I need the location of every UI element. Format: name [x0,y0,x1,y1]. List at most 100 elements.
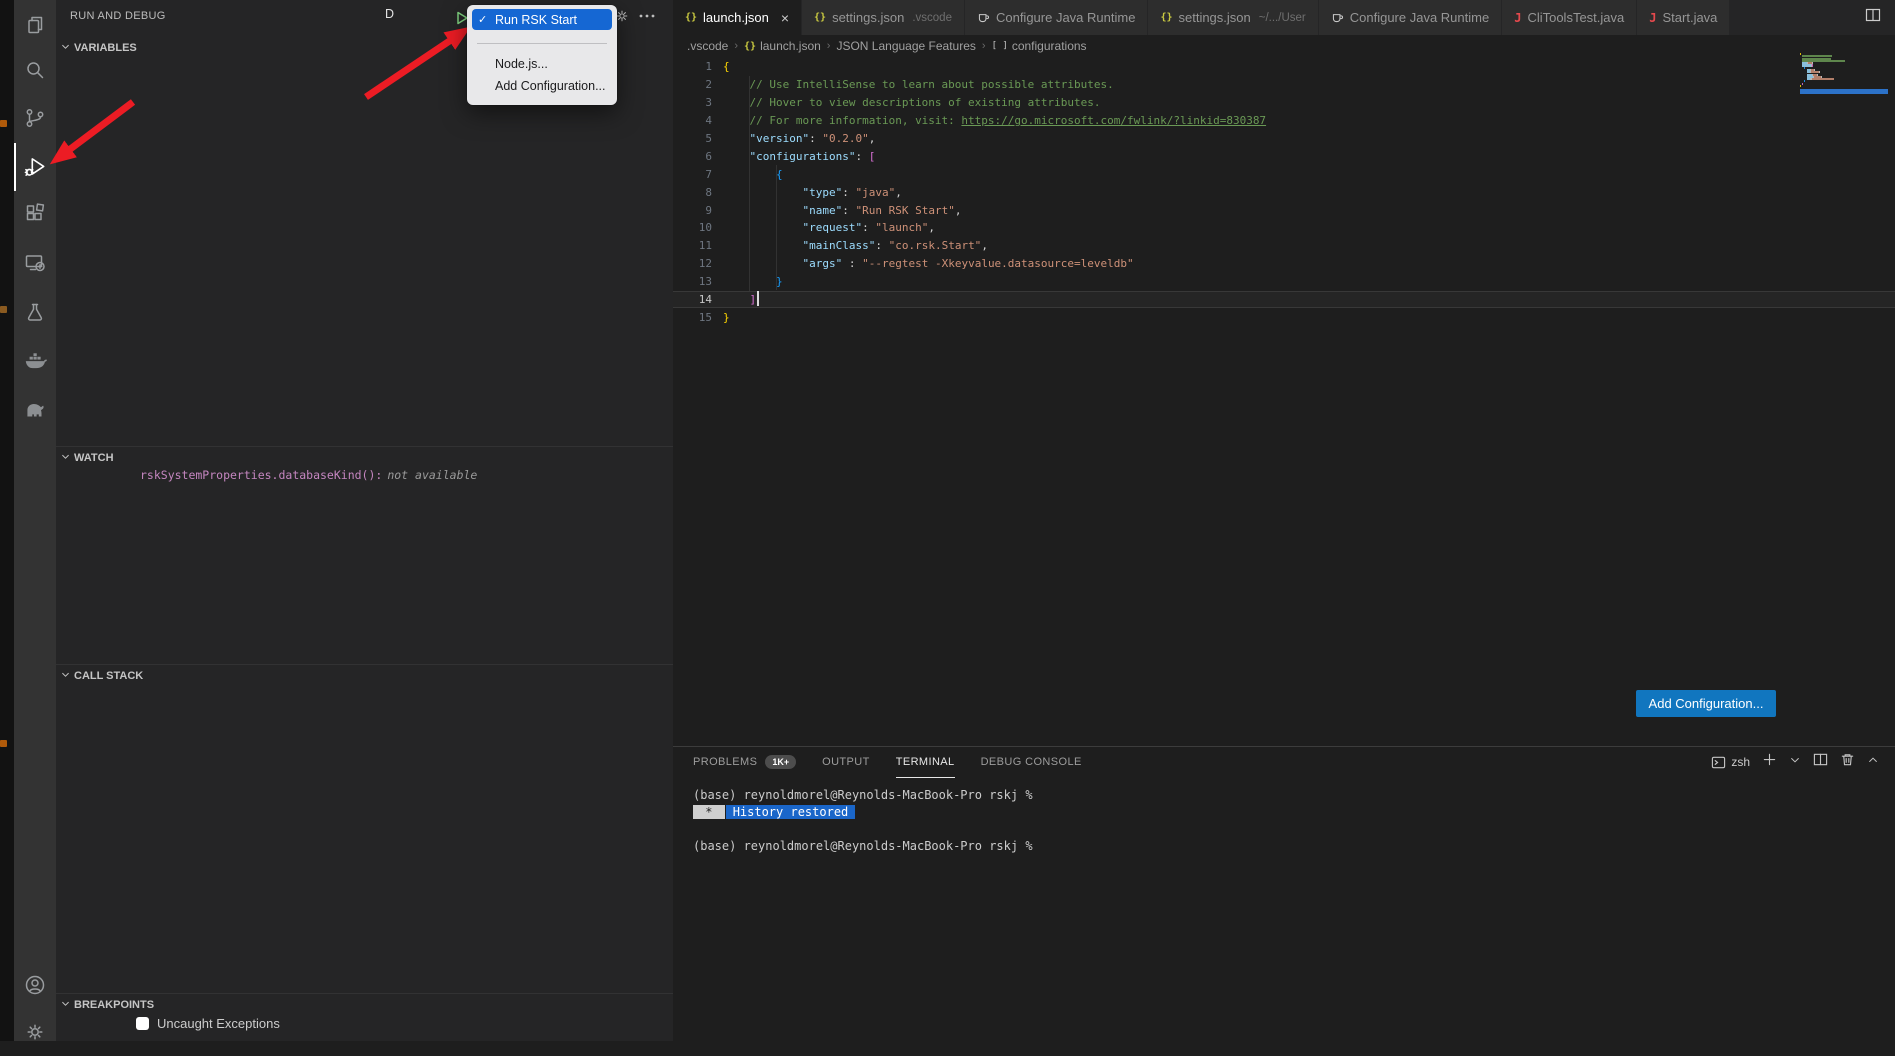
split-terminal-icon[interactable] [1813,752,1828,772]
tab-settings.json[interactable]: {}settings.json.vscode [802,0,965,35]
tab-configure-java-runtime[interactable]: Configure Java Runtime [1319,0,1502,35]
explorer-icon[interactable] [14,1,56,49]
array-icon: [ ] [992,41,1008,51]
activity-bar [14,0,56,1041]
uncaught-exceptions-checkbox[interactable] [136,1017,149,1030]
line-content: "version": "0.2.0", [712,132,875,145]
code-line-15[interactable]: 15} [673,308,1895,326]
line-content: { [712,60,730,73]
section-label: WATCH [74,452,114,464]
gradle-elephant-icon[interactable] [14,386,56,434]
add-configuration-button[interactable]: Add Configuration... [1636,690,1776,717]
watch-expression-row[interactable]: rskSystemProperties.databaseKind():not a… [140,468,477,482]
code-line-8[interactable]: 8 "type": "java", [673,183,1895,201]
code-line-9[interactable]: 9 "name": "Run RSK Start", [673,201,1895,219]
tab-label: CliToolsTest.java [1527,10,1624,25]
menu-item-label: Run RSK Start [495,13,577,27]
line-number: 5 [673,132,712,145]
tab-label: settings.json [1178,10,1250,25]
menu-item-add-configuration-[interactable]: Add Configuration... [472,75,612,96]
code-line-13[interactable]: 13 } [673,273,1895,291]
panel-tab-label: PROBLEMS [693,756,757,768]
settings-gear-icon[interactable] [14,1008,56,1056]
docker-icon[interactable] [14,336,56,384]
breadcrumb-item[interactable]: [ ]configurations [992,39,1087,53]
terminal-blank-line [693,821,1033,838]
split-editor-icon[interactable] [1865,7,1881,28]
tab-bar-actions [1851,0,1895,35]
line-number: 14 [673,293,712,306]
breadcrumb-separator: › [982,40,986,52]
line-number: 9 [673,204,712,217]
section-breakpoints[interactable]: BREAKPOINTS [60,995,154,1015]
panel-tab-terminal[interactable]: TERMINAL [896,747,955,778]
minimap-current-line-bar [1800,89,1888,94]
tab-configure-java-runtime[interactable]: Configure Java Runtime [965,0,1148,35]
tab-detail: ~/.../User [1259,12,1306,24]
remote-explorer-icon[interactable] [14,239,56,287]
testing-icon[interactable] [14,288,56,336]
code-editor[interactable]: 1{2 // Use IntelliSense to learn about p… [673,57,1895,747]
menu-item-node-js-[interactable]: Node.js... [472,53,612,74]
menu-separator [477,43,607,44]
breakpoint-label: Uncaught Exceptions [157,1016,280,1031]
code-line-11[interactable]: 11 "mainClass": "co.rsk.Start", [673,237,1895,255]
code-line-12[interactable]: 12 "args" : "--regtest -Xkeyvalue.dataso… [673,255,1895,273]
tab-clitoolstest.java[interactable]: J CliToolsTest.java [1502,0,1637,35]
terminal-instance[interactable]: zsh [1711,755,1750,770]
minimap[interactable] [1800,53,1888,94]
bottom-panel: PROBLEMS 1K+ OUTPUT TERMINAL DEBUG CONSOLE z… [673,746,1895,1041]
java-icon: J [1514,11,1521,25]
breadcrumb-label: JSON Language Features [836,39,975,53]
more-actions-icon[interactable] [638,8,656,29]
close-icon[interactable]: × [781,11,789,25]
line-content: "name": "Run RSK Start", [712,204,961,217]
maximize-panel-chevron-icon[interactable] [1867,753,1879,771]
line-number: 1 [673,60,712,73]
breadcrumb-label: .vscode [687,39,728,53]
new-terminal-icon[interactable] [1762,752,1777,772]
code-line-7[interactable]: 7 { [673,165,1895,183]
line-content: "type": "java", [712,186,902,199]
account-icon[interactable] [14,961,56,1009]
line-content: } [712,311,730,324]
line-number: 2 [673,78,712,91]
code-line-14[interactable]: 14 ] [673,291,1895,309]
code-line-4[interactable]: 4 // For more information, visit: https:… [673,112,1895,130]
code-line-10[interactable]: 10 "request": "launch", [673,219,1895,237]
tab-settings.json[interactable]: {}settings.json~/.../User [1148,0,1318,35]
section-variables[interactable]: VARIABLES [60,38,137,58]
panel-tab-debug-console[interactable]: DEBUG CONSOLE [981,747,1082,778]
code-line-6[interactable]: 6 "configurations": [ [673,147,1895,165]
code-line-5[interactable]: 5 "version": "0.2.0", [673,130,1895,148]
terminal-output[interactable]: (base) reynoldmorel@Reynolds-MacBook-Pro… [693,787,1033,855]
terminal-dropdown-chevron-icon[interactable] [1789,753,1801,771]
extensions-icon[interactable] [14,189,56,237]
code-line-1[interactable]: 1{ [673,58,1895,76]
terminal-prompt-line: (base) reynoldmorel@Reynolds-MacBook-Pro… [693,787,1033,804]
panel-toolbar: zsh [1711,747,1879,777]
code-line-3[interactable]: 3 // Hover to view descriptions of exist… [673,94,1895,112]
panel-tab-output[interactable]: OUTPUT [822,747,870,778]
tab-start.java[interactable]: JStart.java [1637,0,1730,35]
section-watch[interactable]: WATCH [60,448,114,468]
kill-terminal-trash-icon[interactable] [1840,752,1855,772]
tab-label: settings.json [832,10,904,25]
panel-tab-problems[interactable]: PROBLEMS 1K+ [693,747,796,778]
line-number: 6 [673,150,712,163]
breadcrumb-item[interactable]: {}launch.json [744,39,821,53]
breadcrumb-item[interactable]: .vscode [687,39,728,53]
tab-launch.json[interactable]: {}launch.json× [673,0,802,35]
section-call-stack[interactable]: CALL STACK [60,666,143,686]
line-content: } [712,275,783,288]
java-runtime-icon [1331,11,1344,24]
code-line-2[interactable]: 2 // Use IntelliSense to learn about pos… [673,76,1895,94]
source-control-icon[interactable] [14,94,56,142]
breadcrumb-item[interactable]: JSON Language Features [836,39,975,53]
run-debug-icon[interactable] [14,143,56,191]
menu-item-run-rsk-start[interactable]: ✓Run RSK Start [472,9,612,30]
problems-count-badge: 1K+ [765,755,796,769]
desktop-edge-strip [0,0,14,1041]
strip-mark [0,740,7,747]
search-icon[interactable] [14,46,56,94]
